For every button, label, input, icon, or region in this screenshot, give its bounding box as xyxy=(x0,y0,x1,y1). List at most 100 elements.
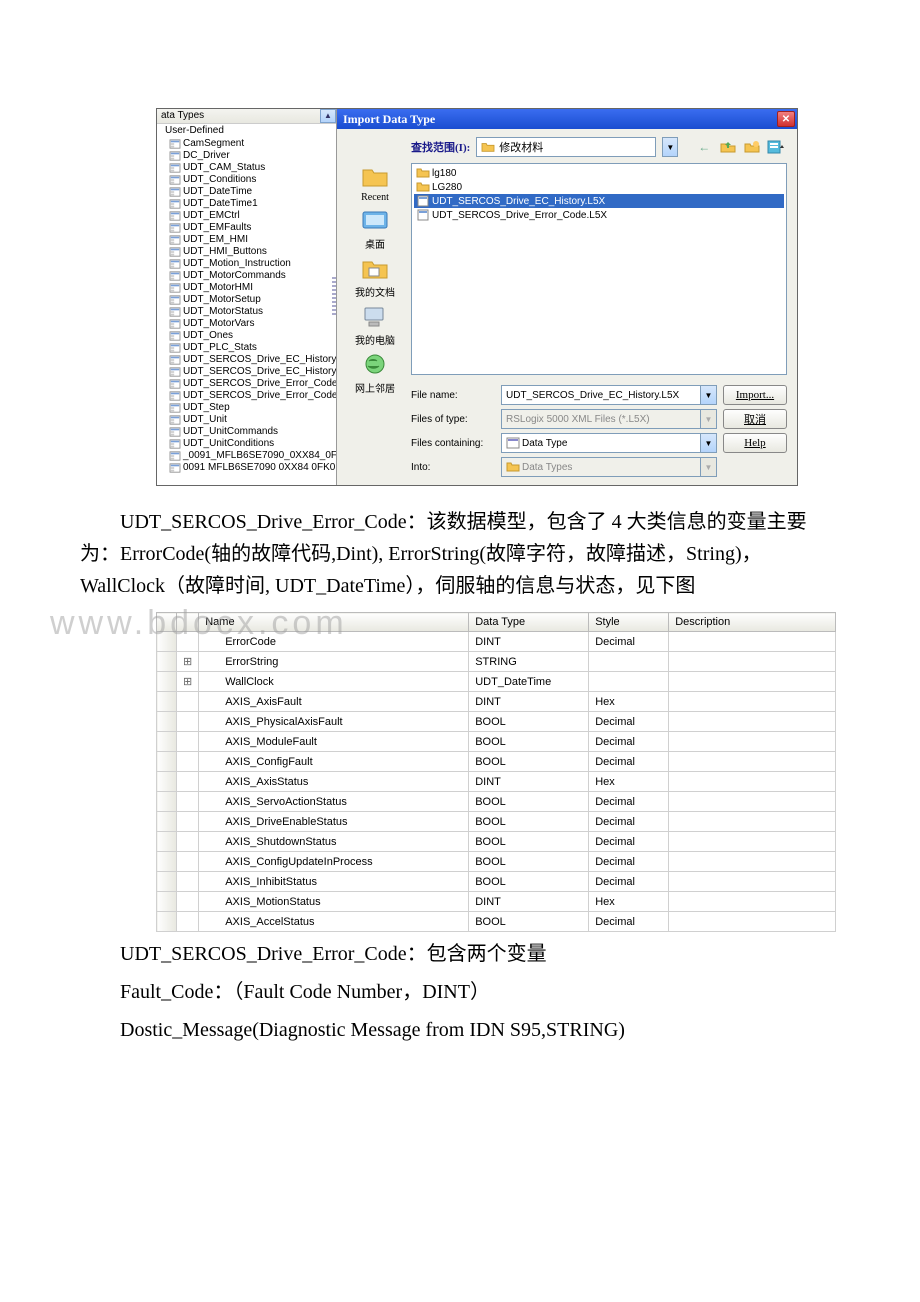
col-style[interactable]: Style xyxy=(589,613,669,632)
close-icon[interactable]: ✕ xyxy=(777,111,795,127)
tree-item[interactable]: UDT_DateTime1 xyxy=(157,198,336,210)
tree-item[interactable]: UDT_SERCOS_Drive_EC_History xyxy=(157,354,336,366)
place-item[interactable]: Recent xyxy=(359,163,391,203)
up-icon[interactable] xyxy=(718,138,738,156)
tree-item[interactable]: DC_Driver xyxy=(157,150,336,162)
containing-input[interactable]: Data Type ▼ xyxy=(501,433,717,453)
udt-icon xyxy=(169,439,181,449)
file-row[interactable]: UDT_SERCOS_Drive_EC_History.L5X xyxy=(414,194,784,208)
tree-item[interactable]: UDT_Conditions xyxy=(157,174,336,186)
table-row[interactable]: ⊞WallClockUDT_DateTime xyxy=(157,672,836,692)
table-row[interactable]: AXIS_ConfigFaultBOOLDecimal xyxy=(157,752,836,772)
tree-item[interactable]: UDT_MotorCommands xyxy=(157,270,336,282)
row-handle[interactable] xyxy=(157,852,177,872)
tree-item[interactable]: 0091 MFLB6SE7090 0XX84 0FK0 0 1 xyxy=(157,462,336,474)
filename-input[interactable]: UDT_SERCOS_Drive_EC_History.L5X▼ xyxy=(501,385,717,405)
row-handle[interactable] xyxy=(157,772,177,792)
tree-item[interactable]: _0091_MFLB6SE7090_0XX84_0FK0_I_1 xyxy=(157,450,336,462)
back-icon[interactable]: ← xyxy=(694,138,714,156)
new-folder-icon[interactable] xyxy=(742,138,762,156)
view-menu-icon[interactable] xyxy=(766,138,786,156)
tree-item[interactable]: UDT_Ones xyxy=(157,330,336,342)
tree-item[interactable]: UDT_EM_HMI xyxy=(157,234,336,246)
file-row[interactable]: LG280 xyxy=(414,180,784,194)
col-description[interactable]: Description xyxy=(669,613,836,632)
file-row[interactable]: UDT_SERCOS_Drive_Error_Code.L5X xyxy=(414,208,784,222)
tree-item[interactable]: UDT_UnitCommands xyxy=(157,426,336,438)
tree-item[interactable]: UDT_EMFaults xyxy=(157,222,336,234)
lookin-combo[interactable]: 修改材料 xyxy=(476,137,656,157)
row-handle[interactable] xyxy=(157,652,177,672)
row-handle[interactable] xyxy=(157,812,177,832)
row-handle[interactable] xyxy=(157,692,177,712)
table-row[interactable]: AXIS_ConfigUpdateInProcessBOOLDecimal xyxy=(157,852,836,872)
resize-handle[interactable] xyxy=(332,277,336,317)
tree-item[interactable]: UDT_DateTime xyxy=(157,186,336,198)
tree-item-label: UDT_SERCOS_Drive_Error_Code xyxy=(183,378,337,390)
chevron-down-icon[interactable]: ▼ xyxy=(700,386,716,404)
file-list[interactable]: lg180LG280UDT_SERCOS_Drive_EC_History.L5… xyxy=(411,163,787,375)
row-handle[interactable] xyxy=(157,832,177,852)
tree-root[interactable]: User-Defined xyxy=(157,124,336,138)
cell-datatype: STRING xyxy=(469,652,589,672)
row-handle[interactable] xyxy=(157,752,177,772)
expand-toggle[interactable]: ⊞ xyxy=(177,652,199,672)
tree-item[interactable]: UDT_MotorStatus xyxy=(157,306,336,318)
place-item[interactable]: 网上邻居 xyxy=(355,351,395,395)
table-row[interactable]: AXIS_ShutdownStatusBOOLDecimal xyxy=(157,832,836,852)
row-handle[interactable] xyxy=(157,632,177,652)
file-name: lg180 xyxy=(432,168,456,179)
row-handle[interactable] xyxy=(157,712,177,732)
expand-toggle[interactable]: ⊞ xyxy=(177,672,199,692)
place-item[interactable]: 我的电脑 xyxy=(355,303,395,347)
place-item[interactable]: 我的文档 xyxy=(355,255,395,299)
place-icon xyxy=(359,351,391,379)
table-row[interactable]: AXIS_AccelStatusBOOLDecimal xyxy=(157,912,836,932)
table-row[interactable]: AXIS_MotionStatusDINTHex xyxy=(157,892,836,912)
table-row[interactable]: AXIS_ModuleFaultBOOLDecimal xyxy=(157,732,836,752)
udt-icon xyxy=(169,247,181,257)
row-handle[interactable] xyxy=(157,792,177,812)
tree-item[interactable]: CamSegment xyxy=(157,138,336,150)
tree-item[interactable]: UDT_CAM_Status xyxy=(157,162,336,174)
tree-item[interactable]: UDT_Motion_Instruction xyxy=(157,258,336,270)
row-handle[interactable] xyxy=(157,892,177,912)
chevron-down-icon[interactable]: ▼ xyxy=(662,137,678,157)
tree-item[interactable]: UDT_SERCOS_Drive_Error_Code1 xyxy=(157,390,336,402)
table-row[interactable]: AXIS_InhibitStatusBOOLDecimal xyxy=(157,872,836,892)
tree-item[interactable]: UDT_Step xyxy=(157,402,336,414)
tree-item[interactable]: UDT_MotorVars xyxy=(157,318,336,330)
table-row[interactable]: ⊞ErrorStringSTRING xyxy=(157,652,836,672)
col-datatype[interactable]: Data Type xyxy=(469,613,589,632)
tree-item[interactable]: UDT_SERCOS_Drive_Error_Code xyxy=(157,378,336,390)
row-handle[interactable] xyxy=(157,912,177,932)
table-row[interactable]: AXIS_AxisFaultDINTHex xyxy=(157,692,836,712)
chevron-down-icon[interactable]: ▼ xyxy=(700,434,716,452)
scroll-up-icon[interactable]: ▲ xyxy=(320,109,336,123)
cancel-button[interactable]: 取消 xyxy=(723,409,787,429)
help-button[interactable]: Help xyxy=(723,433,787,453)
tree-item[interactable]: UDT_UnitConditions xyxy=(157,438,336,450)
import-button[interactable]: Import... xyxy=(723,385,787,405)
tree-item[interactable]: UDT_MotorSetup xyxy=(157,294,336,306)
tree-item[interactable]: UDT_MotorHMI xyxy=(157,282,336,294)
row-handle[interactable] xyxy=(157,672,177,692)
tree-item[interactable]: UDT_SERCOS_Drive_EC_History1 xyxy=(157,366,336,378)
tree-item[interactable]: UDT_Unit xyxy=(157,414,336,426)
table-row[interactable]: AXIS_DriveEnableStatusBOOLDecimal xyxy=(157,812,836,832)
cell-style: Decimal xyxy=(589,632,669,652)
tree-item[interactable]: UDT_HMI_Buttons xyxy=(157,246,336,258)
table-row[interactable]: AXIS_AxisStatusDINTHex xyxy=(157,772,836,792)
col-name[interactable]: Name xyxy=(199,613,469,632)
file-row[interactable]: lg180 xyxy=(414,166,784,180)
udt-icon xyxy=(169,307,181,317)
tree-item[interactable]: UDT_EMCtrl xyxy=(157,210,336,222)
table-row[interactable]: ErrorCodeDINTDecimal xyxy=(157,632,836,652)
table-row[interactable]: AXIS_ServoActionStatusBOOLDecimal xyxy=(157,792,836,812)
row-handle[interactable] xyxy=(157,872,177,892)
tree-header-label: ata Types xyxy=(161,110,204,121)
place-item[interactable]: 桌面 xyxy=(359,207,391,251)
table-row[interactable]: AXIS_PhysicalAxisFaultBOOLDecimal xyxy=(157,712,836,732)
tree-item[interactable]: UDT_PLC_Stats xyxy=(157,342,336,354)
row-handle[interactable] xyxy=(157,732,177,752)
